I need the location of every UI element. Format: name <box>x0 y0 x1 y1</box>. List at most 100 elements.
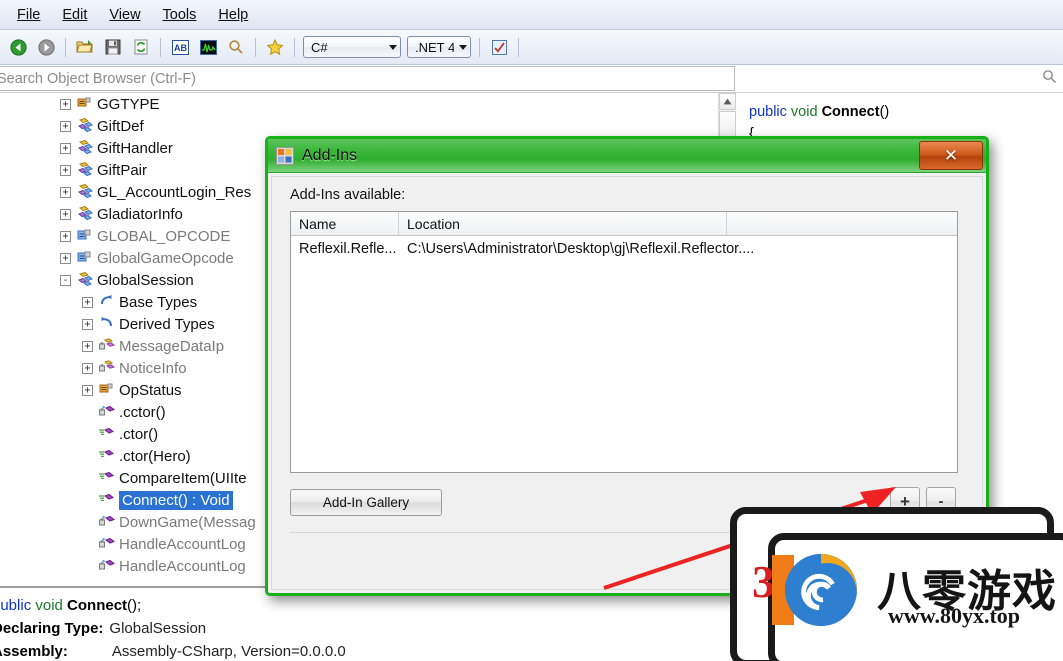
expand-icon[interactable]: + <box>60 164 71 176</box>
cell-name: Reflexil.Refle... <box>299 241 397 257</box>
member-detail-pane: public void Connect(); Declaring Type: Gl… <box>0 586 718 661</box>
column-header-extra[interactable] <box>727 212 957 235</box>
expand-icon[interactable]: + <box>82 362 93 374</box>
toolbar-separator-4 <box>294 37 295 57</box>
expand-icon[interactable]: + <box>60 98 71 110</box>
menu-bar: File Edit View Tools Help <box>0 0 1063 30</box>
expand-icon[interactable]: + <box>82 340 93 352</box>
language-combo-value: C# <box>311 39 328 55</box>
class-icon <box>76 205 93 222</box>
menu-tools-label: Tools <box>162 6 197 23</box>
dialog-title-bar[interactable]: Add-Ins ✕ <box>268 139 986 173</box>
ab-sort-icon[interactable]: AB <box>167 34 193 60</box>
private-class-icon <box>98 360 116 376</box>
menu-tools[interactable]: Tools <box>152 4 208 26</box>
toolbar: AB C# .NET 4 <box>0 30 1063 65</box>
tree-item-ggtype[interactable]: + GGTYPE <box>0 93 718 115</box>
table-row[interactable]: Reflexil.Refle... C:\Users\Administrator… <box>291 236 957 262</box>
derived-types-icon <box>98 316 115 332</box>
detail-kw-void: void <box>35 597 68 614</box>
detail-signature: public void Connect(); <box>0 594 718 617</box>
detail-method-name: Connect <box>67 597 128 614</box>
dialog-body: 255社区 www.255.xin Add-Ins available: Nam… <box>271 176 983 590</box>
expand-icon[interactable]: + <box>60 142 71 154</box>
tree-item-label: GiftHandler <box>97 139 173 157</box>
tree-item-label: CompareItem(UIIte <box>119 469 247 487</box>
remove-addin-button[interactable]: - <box>926 487 956 516</box>
expand-icon[interactable]: + <box>60 252 71 264</box>
expand-icon[interactable]: + <box>82 296 93 308</box>
column-header-location[interactable]: Location <box>399 212 727 235</box>
class-icon <box>76 183 93 200</box>
menu-view-label: View <box>109 6 141 23</box>
tree-item-label: MessageDataIp <box>119 337 225 355</box>
close-label: ✕ <box>943 145 959 165</box>
tree-item-label: GladiatorInfo <box>97 205 183 223</box>
expand-icon[interactable]: + <box>82 318 93 330</box>
tree-item-label: GlobalGameOpcode <box>97 249 234 267</box>
analyzer-icon[interactable] <box>195 34 221 60</box>
tree-item-label: GiftPair <box>97 161 148 179</box>
search-icon[interactable] <box>223 34 249 60</box>
menu-file[interactable]: File <box>6 4 51 26</box>
expand-icon[interactable]: + <box>82 384 93 396</box>
tree-item-label: GiftDef <box>97 117 144 135</box>
menu-edit[interactable]: Edit <box>51 4 98 26</box>
expand-icon[interactable]: + <box>60 120 71 132</box>
svg-text:AB: AB <box>174 43 187 53</box>
cell-location: C:\Users\Administrator\Desktop\gj\Reflex… <box>407 241 755 257</box>
plus-icon: + <box>900 491 910 511</box>
struct-icon <box>76 250 93 266</box>
add-addin-button[interactable]: + <box>890 487 920 516</box>
back-icon[interactable] <box>5 34 31 60</box>
framework-combo[interactable]: .NET 4 <box>407 36 471 58</box>
expand-icon[interactable]: + <box>60 208 71 220</box>
chevron-down-icon-2 <box>459 44 467 50</box>
framework-combo-value: .NET 4 <box>415 39 454 55</box>
tree-item-label: HandleAccountLog <box>119 535 246 553</box>
struct-icon <box>76 228 93 244</box>
toolbar-separator-3 <box>255 37 256 57</box>
menu-help[interactable]: Help <box>207 4 259 26</box>
checkbox-option-icon[interactable] <box>486 34 512 60</box>
search-icon-field[interactable] <box>1042 69 1057 87</box>
dialog-divider <box>290 532 958 533</box>
scroll-up-icon[interactable] <box>719 93 736 110</box>
expand-icon[interactable]: + <box>60 230 71 242</box>
chevron-down-icon <box>389 44 397 50</box>
addins-list[interactable]: Name Location Reflexil.Refle... C:\Users… <box>290 211 958 473</box>
no-expander <box>82 429 93 440</box>
no-expander <box>82 561 93 572</box>
code-kw-void: void <box>790 104 822 120</box>
menu-view[interactable]: View <box>98 4 151 26</box>
refresh-icon[interactable] <box>128 34 154 60</box>
add-in-gallery-button[interactable]: Add-In Gallery <box>290 489 442 516</box>
base-types-icon <box>98 294 115 310</box>
language-combo[interactable]: C# <box>303 36 401 58</box>
private-method-icon <box>98 514 116 530</box>
save-icon[interactable] <box>100 34 126 60</box>
class-icon <box>76 161 93 178</box>
tree-item-label: NoticeInfo <box>119 359 187 377</box>
menu-file-label: File <box>17 6 41 23</box>
add-ins-dialog[interactable]: Add-Ins ✕ 255社区 www.255.xin Add-Ins avai… <box>265 136 989 596</box>
column-header-name[interactable]: Name <box>291 212 399 235</box>
close-icon[interactable]: ✕ <box>919 141 983 170</box>
open-folder-icon[interactable] <box>72 34 98 60</box>
toolbar-separator-5 <box>479 37 480 57</box>
expand-icon[interactable]: + <box>60 186 71 198</box>
search-input[interactable]: Search Object Browser (Ctrl-F) <box>0 66 735 91</box>
collapse-icon[interactable]: - <box>60 274 71 286</box>
minus-icon: - <box>938 493 944 510</box>
favorites-star-icon[interactable] <box>262 34 288 60</box>
tree-item-label: DownGame(Messag <box>119 513 256 531</box>
forward-icon[interactable] <box>33 34 59 60</box>
tree-item-label: .ctor() <box>119 425 159 443</box>
detail-key-declaring-type: Declaring Type: <box>0 620 104 637</box>
method-icon <box>98 492 115 508</box>
search-row: Search Object Browser (Ctrl-F) <box>0 65 1063 93</box>
no-expander <box>82 495 93 506</box>
addins-available-label: Add-Ins available: <box>290 187 406 203</box>
tree-item-giftdef[interactable]: + GiftDef <box>0 115 718 137</box>
detail-row-assembly: Assembly: Assembly-CSharp, Version=0.0.0.… <box>0 640 718 661</box>
